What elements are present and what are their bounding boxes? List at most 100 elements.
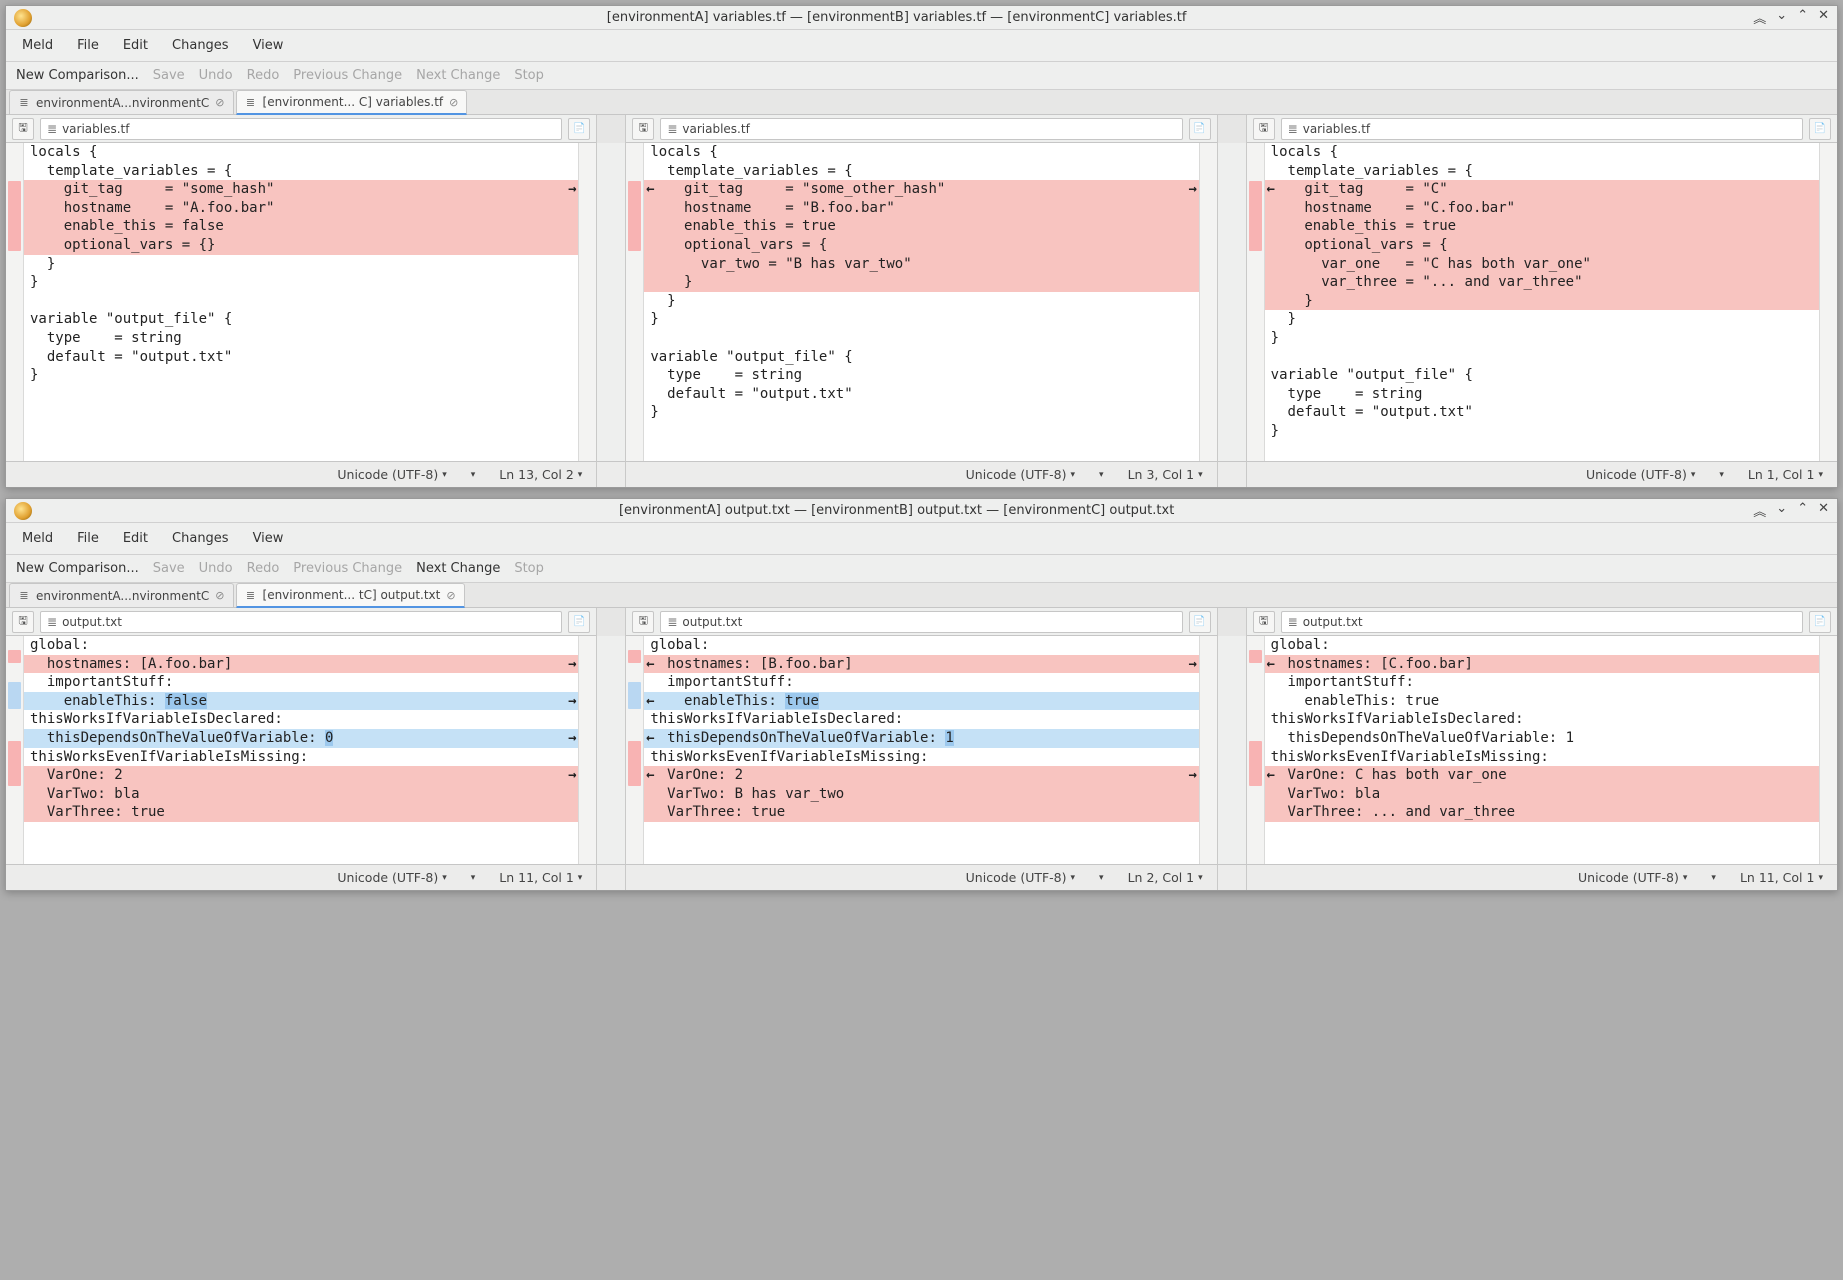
code-line[interactable]: }	[644, 292, 1198, 311]
code-line[interactable]: git_tag = "some_hash"→	[24, 180, 578, 199]
merge-left-icon[interactable]: ←	[1265, 766, 1281, 785]
code-line[interactable]: importantStuff:	[644, 673, 1198, 692]
code-line[interactable]: enable_this = true	[644, 217, 1198, 236]
menu-meld[interactable]: Meld	[12, 527, 63, 550]
code-line[interactable]: VarOne: C has both var_one←	[1265, 766, 1819, 785]
save-icon[interactable]: 🖫	[632, 118, 654, 140]
merge-left-icon[interactable]: ←	[644, 655, 660, 674]
encoding-selector[interactable]: Unicode (UTF-8)▾ ▾	[966, 870, 1104, 885]
code-line[interactable]: VarOne: 2←→	[644, 766, 1198, 785]
code-line[interactable]: VarThree: ... and var_three	[1265, 803, 1819, 822]
browse-icon[interactable]: 📄	[1189, 611, 1211, 633]
tab[interactable]: ≣environmentA...nvironmentC⊘	[9, 90, 234, 114]
browse-icon[interactable]: 📄	[1809, 118, 1831, 140]
menu-changes[interactable]: Changes	[162, 34, 239, 57]
code-line[interactable]: template_variables = {	[24, 162, 578, 181]
collapse-icon[interactable]: ︽	[1753, 501, 1766, 520]
merge-right-icon[interactable]: →	[562, 180, 578, 199]
code-line[interactable]: default = "output.txt"	[644, 385, 1198, 404]
code-line[interactable]	[644, 329, 1198, 348]
code-line[interactable]: thisWorksIfVariableIsDeclared:	[644, 710, 1198, 729]
chevron-down-icon[interactable]: ▾	[1099, 873, 1104, 883]
file-path-input[interactable]: ≣output.txt	[40, 611, 562, 633]
tool-new-comparison-[interactable]: New Comparison...	[16, 68, 139, 83]
code-line[interactable]: }	[24, 366, 578, 385]
diff-marker[interactable]	[628, 650, 641, 664]
code-line[interactable]: global:	[1265, 636, 1819, 655]
code-line[interactable]: locals {	[1265, 143, 1819, 162]
chevron-down-icon[interactable]: ▾	[1099, 470, 1104, 480]
close-icon[interactable]: ⊘	[215, 96, 224, 109]
save-icon[interactable]: 🖫	[1253, 118, 1275, 140]
browse-icon[interactable]: 📄	[568, 611, 590, 633]
menu-meld[interactable]: Meld	[12, 34, 63, 57]
chevron-down-icon[interactable]: ▾	[1719, 470, 1724, 480]
merge-left-icon[interactable]: ←	[644, 692, 660, 711]
code-line[interactable]: hostname = "B.foo.bar"	[644, 199, 1198, 218]
diff-marker[interactable]	[8, 741, 21, 787]
browse-icon[interactable]: 📄	[1189, 118, 1211, 140]
pane-divider[interactable]	[596, 143, 626, 461]
code-line[interactable]: VarThree: true	[644, 803, 1198, 822]
code-line[interactable]	[24, 292, 578, 311]
close-icon[interactable]: ⊘	[446, 589, 455, 602]
chevron-down-icon[interactable]: ▾	[471, 873, 476, 883]
code-line[interactable]: hostnames: [A.foo.bar]→	[24, 655, 578, 674]
tab[interactable]: ≣[environment... tC] output.txt⊘	[236, 583, 465, 608]
cursor-position[interactable]: Ln 11, Col 1▾	[499, 870, 582, 885]
editor[interactable]: global: hostnames: [C.foo.bar]← importan…	[1265, 636, 1819, 864]
cursor-position[interactable]: Ln 3, Col 1▾	[1128, 467, 1203, 482]
cursor-position[interactable]: Ln 2, Col 1▾	[1128, 870, 1203, 885]
merge-right-icon[interactable]: →	[1183, 766, 1199, 785]
cursor-position[interactable]: Ln 13, Col 2▾	[499, 467, 582, 482]
merge-left-icon[interactable]: ←	[644, 180, 660, 199]
diff-map-right[interactable]	[1199, 636, 1217, 864]
diff-map-right[interactable]	[578, 636, 596, 864]
pane-divider[interactable]	[1217, 608, 1247, 636]
diff-marker[interactable]	[1249, 741, 1262, 787]
diff-map-right[interactable]	[578, 143, 596, 461]
browse-icon[interactable]: 📄	[1809, 611, 1831, 633]
diff-marker[interactable]	[8, 682, 21, 709]
pane-divider[interactable]	[596, 115, 626, 143]
diff-marker[interactable]	[1249, 181, 1262, 251]
tab[interactable]: ≣[environment... C] variables.tf⊘	[236, 90, 468, 115]
merge-left-icon[interactable]: ←	[644, 766, 660, 785]
merge-left-icon[interactable]: ←	[644, 729, 660, 748]
code-line[interactable]: thisDependsOnTheValueOfVariable: 0→	[24, 729, 578, 748]
chevron-down-icon[interactable]: ▾	[1711, 873, 1716, 883]
code-line[interactable]: enable_this = false	[24, 217, 578, 236]
code-line[interactable]: }	[24, 255, 578, 274]
cursor-position[interactable]: Ln 11, Col 1▾	[1740, 870, 1823, 885]
chevron-down-icon[interactable]: ▾	[471, 470, 476, 480]
merge-right-icon[interactable]: →	[562, 655, 578, 674]
file-path-input[interactable]: ≣variables.tf	[1281, 118, 1803, 140]
encoding-selector[interactable]: Unicode (UTF-8)▾ ▾	[1578, 870, 1716, 885]
code-line[interactable]: var_three = "... and var_three"	[1265, 273, 1819, 292]
file-path-input[interactable]: ≣output.txt	[1281, 611, 1803, 633]
diff-map-right[interactable]	[1199, 143, 1217, 461]
menu-view[interactable]: View	[243, 527, 294, 550]
code-line[interactable]: enableThis: true←	[644, 692, 1198, 711]
tab[interactable]: ≣environmentA...nvironmentC⊘	[9, 583, 234, 607]
code-line[interactable]: locals {	[24, 143, 578, 162]
diff-map-right[interactable]	[1819, 636, 1837, 864]
close-icon[interactable]: ✕	[1818, 8, 1829, 27]
diff-marker[interactable]	[628, 682, 641, 709]
code-line[interactable]: default = "output.txt"	[24, 348, 578, 367]
merge-left-icon[interactable]: ←	[1265, 180, 1281, 199]
code-line[interactable]: variable "output_file" {	[644, 348, 1198, 367]
close-icon[interactable]: ⊘	[215, 589, 224, 602]
code-line[interactable]: enableThis: true	[1265, 692, 1819, 711]
diff-marker[interactable]	[8, 181, 21, 251]
tool-next-change[interactable]: Next Change	[416, 561, 500, 576]
cursor-position[interactable]: Ln 1, Col 1▾	[1748, 467, 1823, 482]
menu-file[interactable]: File	[67, 34, 109, 57]
file-path-input[interactable]: ≣variables.tf	[660, 118, 1182, 140]
code-line[interactable]: type = string	[644, 366, 1198, 385]
diff-map-right[interactable]	[1819, 143, 1837, 461]
pane-divider[interactable]	[596, 608, 626, 636]
editor[interactable]: locals { template_variables = { git_tag …	[1265, 143, 1819, 461]
code-line[interactable]: hostnames: [C.foo.bar]←	[1265, 655, 1819, 674]
code-line[interactable]: template_variables = {	[644, 162, 1198, 181]
